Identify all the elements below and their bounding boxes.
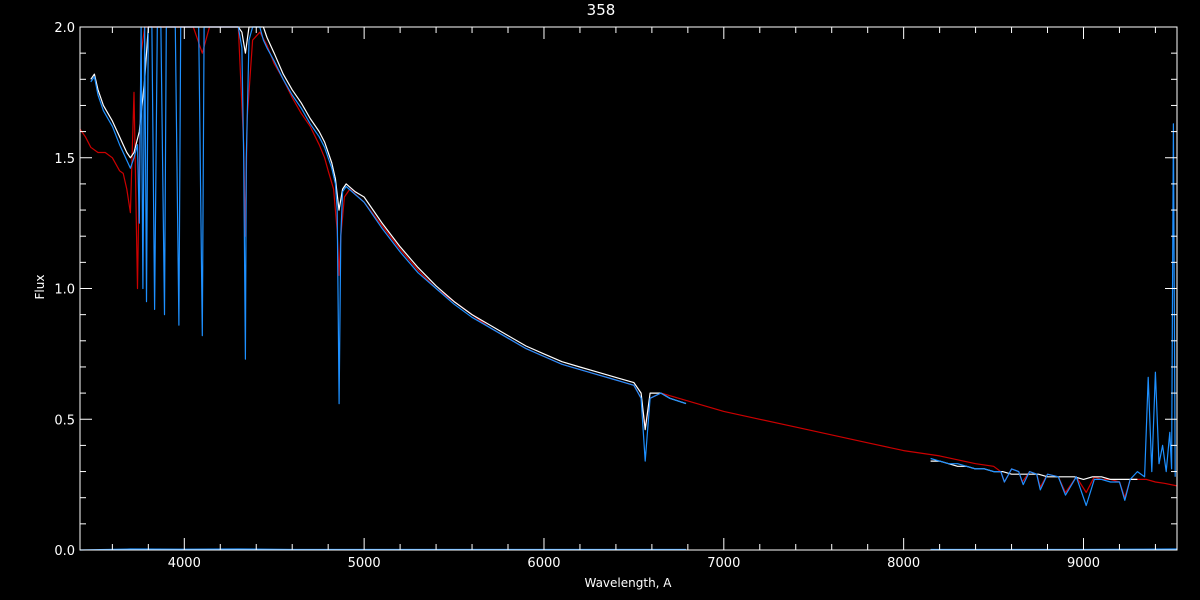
y-tick-label: 0.5 [54,413,75,428]
y-tick-label: 2.0 [54,21,75,36]
series-line-6 [930,548,1178,551]
chart-title: 358 [587,1,616,19]
y-tick-label: 1.5 [54,152,75,167]
x-axis-title: Wavelength, A [584,576,672,590]
x-tick-label: 7000 [707,556,740,571]
x-tick-label: 5000 [348,556,381,571]
x-tick-label: 4000 [168,556,201,571]
x-tick-label: 6000 [527,556,560,571]
spectrum-chart: 4000 5000 6000 7000 8000 90000.00.51.01.52.0 … [0,0,1200,600]
x-tick-label: 8000 [887,556,920,571]
y-tick-label: 0.0 [54,544,75,559]
y-tick-label: 1.0 [54,283,75,298]
x-tick-label: 9000 [1067,556,1100,571]
y-axis-title: Flux [33,275,47,300]
